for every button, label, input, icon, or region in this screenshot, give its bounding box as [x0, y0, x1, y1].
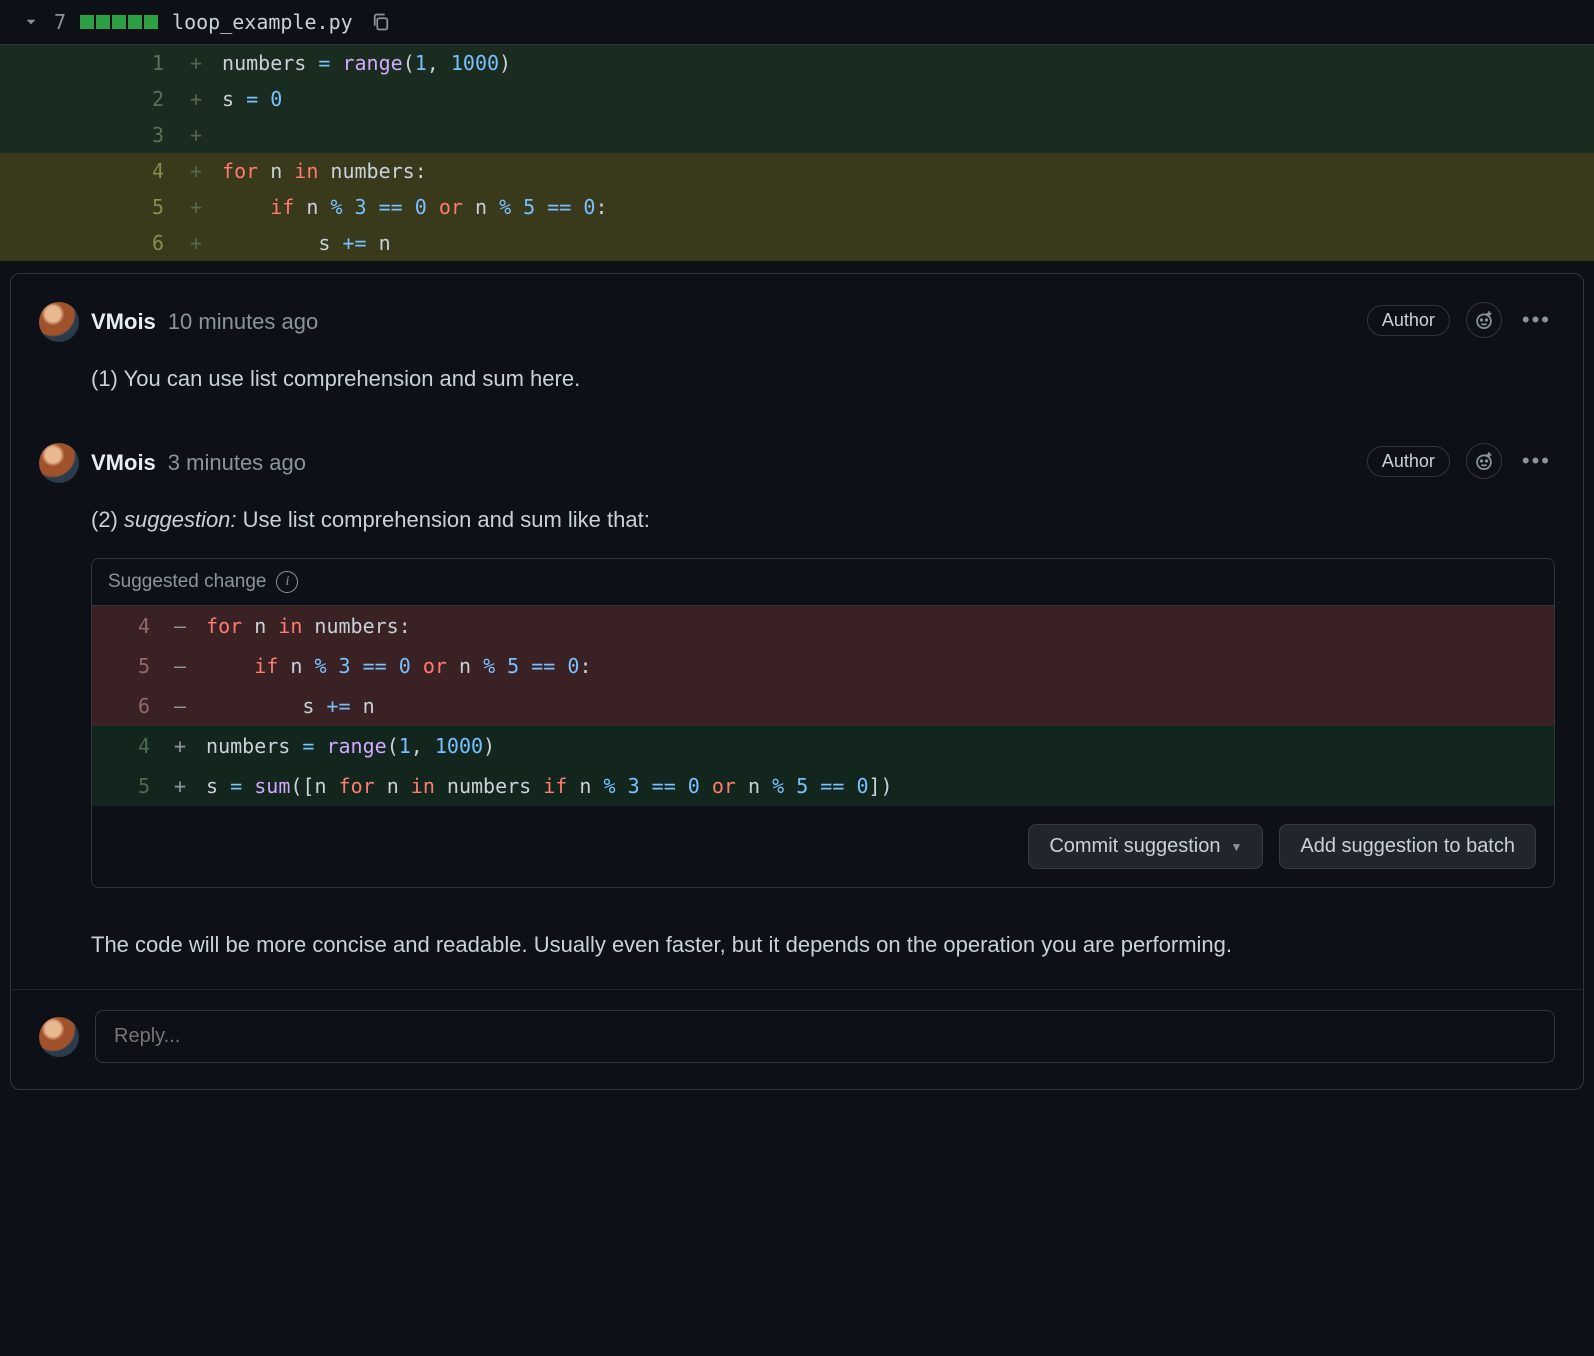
- line-number-new: 5: [90, 189, 180, 225]
- diff-row: 4+ for n in numbers:: [0, 153, 1594, 189]
- line-number-old: [0, 117, 90, 153]
- line-number: 4: [92, 606, 164, 646]
- info-icon[interactable]: i: [276, 571, 298, 593]
- line-number-new: 4: [90, 153, 180, 189]
- comment-body: (1) You can use list comprehension and s…: [91, 362, 1555, 395]
- code-line: – if n % 3 == 0 or n % 5 == 0:: [164, 646, 1554, 686]
- diff-row: 3+: [0, 117, 1594, 153]
- comment-thread: Author ••• VMois 10 minutes ago (1) You …: [10, 273, 1584, 1090]
- line-number-new: 6: [90, 225, 180, 261]
- add-reaction-icon[interactable]: [1466, 443, 1502, 479]
- line-number: 5: [92, 646, 164, 686]
- diff-row: 5+ if n % 3 == 0 or n % 5 == 0:: [0, 189, 1594, 225]
- code-line: + s += n: [180, 225, 1594, 261]
- comment-body: (2) suggestion: Use list comprehension a…: [91, 503, 1555, 536]
- code-line: – for n in numbers:: [164, 606, 1554, 646]
- comment-time[interactable]: 10 minutes ago: [168, 309, 318, 335]
- diff-row: 5– if n % 3 == 0 or n % 5 == 0:: [92, 646, 1554, 686]
- chevron-down-icon: ▼: [1231, 840, 1243, 854]
- comment-time[interactable]: 3 minutes ago: [168, 450, 306, 476]
- comment-author[interactable]: VMois: [91, 309, 156, 335]
- code-line: + s = 0: [180, 81, 1594, 117]
- kebab-icon[interactable]: •••: [1518, 307, 1555, 333]
- suggestion-box: Suggested change i 4– for n in numbers:5…: [91, 558, 1555, 888]
- line-number: 6: [92, 686, 164, 726]
- diff-row: 6– s += n: [92, 686, 1554, 726]
- diff-row: 1+ numbers = range(1, 1000): [0, 45, 1594, 81]
- line-number-old: [0, 81, 90, 117]
- code-line: + s = sum([n for n in numbers if n % 3 =…: [164, 766, 1554, 806]
- code-line: +: [180, 117, 1594, 153]
- line-number-new: 1: [90, 45, 180, 81]
- diff-row: 5+ s = sum([n for n in numbers if n % 3 …: [92, 766, 1554, 806]
- reply-row: [11, 989, 1583, 1089]
- line-number-old: [0, 153, 90, 189]
- file-name[interactable]: loop_example.py: [172, 10, 353, 34]
- line-number: 4: [92, 726, 164, 766]
- code-line: + if n % 3 == 0 or n % 5 == 0:: [180, 189, 1594, 225]
- add-to-batch-button[interactable]: Add suggestion to batch: [1279, 824, 1536, 869]
- add-reaction-icon[interactable]: [1466, 302, 1502, 338]
- avatar[interactable]: [39, 302, 79, 342]
- line-number-new: 2: [90, 81, 180, 117]
- code-line: + numbers = range(1, 1000): [180, 45, 1594, 81]
- avatar[interactable]: [39, 443, 79, 483]
- diff-row: 2+ s = 0: [0, 81, 1594, 117]
- comment-author[interactable]: VMois: [91, 450, 156, 476]
- suggestion-label: Suggested change: [108, 571, 266, 593]
- author-badge: Author: [1367, 305, 1450, 336]
- diff-row: 6+ s += n: [0, 225, 1594, 261]
- file-header: 7 loop_example.py: [0, 0, 1594, 45]
- author-badge: Author: [1367, 446, 1450, 477]
- line-number-old: [0, 45, 90, 81]
- diff-row: 4– for n in numbers:: [92, 606, 1554, 646]
- code-line: – s += n: [164, 686, 1554, 726]
- commit-suggestion-button[interactable]: Commit suggestion▼: [1028, 824, 1263, 869]
- kebab-icon[interactable]: •••: [1518, 448, 1555, 474]
- reply-input[interactable]: [95, 1010, 1555, 1063]
- comment: Author ••• VMois 3 minutes ago (2) sugge…: [11, 415, 1583, 928]
- line-number-new: 3: [90, 117, 180, 153]
- avatar[interactable]: [39, 1017, 79, 1057]
- diff-count: 7: [54, 10, 66, 34]
- line-number-old: [0, 189, 90, 225]
- copy-icon[interactable]: [371, 12, 391, 32]
- line-number-old: [0, 225, 90, 261]
- diff-table: 1+ numbers = range(1, 1000)2+ s = 03+ 4+…: [0, 45, 1594, 261]
- comment-body-followup: The code will be more concise and readab…: [91, 928, 1555, 961]
- chevron-down-icon[interactable]: [22, 13, 40, 31]
- diffstat-squares: [80, 15, 158, 29]
- comment: Author ••• VMois 10 minutes ago (1) You …: [11, 274, 1583, 415]
- line-number: 5: [92, 766, 164, 806]
- suggestion-diff: 4– for n in numbers:5– if n % 3 == 0 or …: [92, 606, 1554, 806]
- code-line: + numbers = range(1, 1000): [164, 726, 1554, 766]
- diff-row: 4+ numbers = range(1, 1000): [92, 726, 1554, 766]
- code-line: + for n in numbers:: [180, 153, 1594, 189]
